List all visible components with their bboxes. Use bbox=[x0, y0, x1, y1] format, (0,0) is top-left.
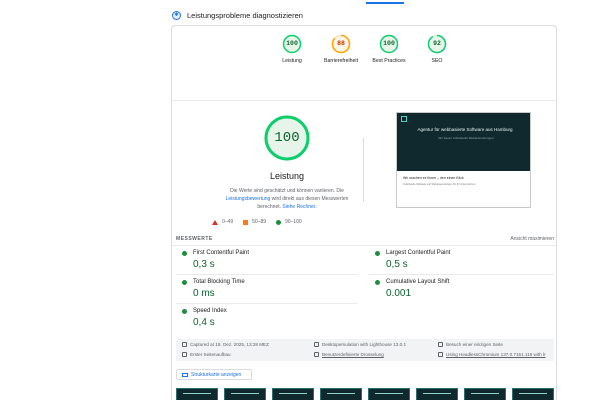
score-description: Die Werte sind geschätzt und können vari… bbox=[217, 187, 357, 211]
preview-section-text: Individuelle Software und Webanwendungen… bbox=[403, 183, 476, 186]
score-calc-link[interactable]: Leistungsbewertung bbox=[226, 196, 271, 202]
throttling-info[interactable]: Benutzerdefinierte Drosselung bbox=[322, 352, 384, 357]
poor-triangle-icon bbox=[212, 219, 218, 225]
metric-value: 0 ms bbox=[193, 288, 215, 299]
metric-name: Speed Index bbox=[193, 308, 227, 314]
category-gauges: 100 Leistung 88 Barrierefreiheit 100 Bes… bbox=[172, 34, 556, 94]
metric-name: Cumulative Layout Shift bbox=[386, 279, 450, 285]
browser-icon bbox=[438, 352, 443, 357]
performance-label-large: Leistung bbox=[269, 171, 305, 181]
metric-divider bbox=[176, 303, 358, 304]
section-title: Leistungsprobleme diagnostizieren bbox=[187, 10, 303, 20]
metric-divider bbox=[176, 274, 358, 275]
treemap-icon bbox=[182, 372, 188, 377]
filmstrip bbox=[176, 388, 554, 400]
metric-name: Total Blocking Time bbox=[193, 279, 245, 285]
treemap-button[interactable]: Strukturkarte anzeigen bbox=[176, 369, 252, 380]
calendar-icon bbox=[182, 342, 187, 347]
performance-score-large: 100 bbox=[274, 130, 300, 146]
legend-average: 50–89 bbox=[252, 219, 267, 225]
report-card: 100 Leistung 88 Barrierefreiheit 100 Bes… bbox=[171, 25, 557, 400]
legend-poor: 0–49 bbox=[222, 219, 234, 225]
metric-value: 0,3 s bbox=[193, 259, 215, 270]
metric-fcp: First Contentful Paint 0,3 s bbox=[182, 250, 362, 270]
gauge-seo-label: SEO bbox=[431, 58, 443, 64]
gauge-best-practices-score: 100 bbox=[383, 40, 395, 47]
metric-value: 0.001 bbox=[386, 288, 412, 299]
metric-name: First Contentful Paint bbox=[193, 250, 250, 256]
metric-divider bbox=[369, 274, 554, 275]
diagnose-icon: ✱ bbox=[172, 10, 181, 20]
good-circle-icon bbox=[182, 308, 187, 314]
good-circle-icon bbox=[182, 279, 187, 285]
browser-info[interactable]: Using HeadlessChromium 137.0.7151.119 wi… bbox=[446, 352, 546, 357]
metrics-title: MESSWERTE bbox=[176, 236, 213, 242]
filmstrip-frame bbox=[368, 388, 410, 400]
runtime-settings: Captured at 18. Dez. 2025, 13:28 MEZ Des… bbox=[176, 339, 554, 361]
good-circle-icon bbox=[375, 279, 380, 285]
filmstrip-frame bbox=[272, 388, 314, 400]
calculator-link[interactable]: Siehe Rechner. bbox=[282, 204, 316, 210]
good-circle-icon bbox=[182, 250, 187, 256]
captured-time: Captured at 18. Dez. 2025, 13:28 MEZ bbox=[190, 342, 269, 347]
tab-mobile[interactable] bbox=[325, 0, 355, 4]
vertical-separator bbox=[363, 138, 364, 202]
metric-tbt: Total Blocking Time 0 ms bbox=[182, 279, 362, 299]
throttling-link[interactable]: Benutzerdefinierte Drosselung bbox=[314, 352, 384, 357]
final-screenshot[interactable]: Agentur für webbasierte Software aus Ham… bbox=[396, 112, 531, 208]
divider bbox=[172, 100, 556, 101]
metric-value: 0,5 s bbox=[386, 259, 408, 270]
preview-headline: Agentur für webbasierte Software aus Ham… bbox=[417, 127, 513, 132]
gauge-performance-score: 100 bbox=[286, 40, 298, 47]
wifi-icon bbox=[314, 352, 319, 357]
metric-value: 0,4 s bbox=[193, 317, 215, 328]
good-circle-icon bbox=[375, 250, 380, 256]
good-circle-icon bbox=[276, 219, 282, 225]
performance-gauge-large: 100 Leistung Die Werte sind geschätzt un… bbox=[222, 114, 352, 211]
expand-view-toggle[interactable]: Ansicht maximieren bbox=[510, 236, 554, 242]
gauge-accessibility-score: 88 bbox=[337, 40, 345, 47]
metric-name: Largest Contentful Paint bbox=[386, 250, 451, 256]
desktop-icon bbox=[314, 342, 319, 347]
preview-section-heading: Wir machen es Ihnen – den einen Klick bbox=[403, 176, 464, 180]
average-square-icon bbox=[243, 219, 249, 225]
filmstrip-frame bbox=[464, 388, 506, 400]
browser-link[interactable]: Using HeadlessChromium 137.0.7151.119 wi… bbox=[438, 352, 546, 357]
metric-si: Speed Index 0,4 s bbox=[182, 308, 362, 328]
score-desc-text-1: Die Werte sind geschätzt und können vari… bbox=[230, 188, 344, 194]
filmstrip-frame bbox=[320, 388, 362, 400]
gauge-seo-score: 92 bbox=[433, 40, 441, 47]
legend-good: 90–100 bbox=[285, 219, 302, 225]
load-info: Erster Seitenaufbau bbox=[190, 352, 231, 357]
score-legend: 0–49 50–89 90–100 bbox=[212, 219, 302, 225]
preview-subline: Wir bauen individuelle Webanwendungen bbox=[438, 136, 494, 140]
metric-lcp: Largest Contentful Paint 0,5 s bbox=[375, 250, 555, 270]
treemap-button-label: Strukturkarte anzeigen bbox=[191, 371, 242, 378]
session-info: Besuch einer einzigen Seite bbox=[446, 342, 503, 347]
gauge-seo[interactable]: 92 SEO bbox=[407, 34, 467, 64]
session-icon bbox=[438, 342, 443, 347]
filmstrip-frame bbox=[512, 388, 554, 400]
timer-icon bbox=[182, 352, 187, 357]
filmstrip-frame bbox=[224, 388, 266, 400]
metric-cls: Cumulative Layout Shift 0.001 bbox=[375, 279, 555, 299]
filmstrip-frame bbox=[416, 388, 458, 400]
filmstrip-frame bbox=[176, 388, 218, 400]
tab-desktop[interactable] bbox=[366, 0, 404, 4]
section-header: ✱ Leistungsprobleme diagnostizieren bbox=[172, 8, 303, 22]
metrics-divider bbox=[172, 245, 556, 246]
site-logo-icon bbox=[401, 116, 407, 122]
emulation-info: Desktopemulation with Lighthouse 13.0.1 bbox=[322, 342, 407, 347]
